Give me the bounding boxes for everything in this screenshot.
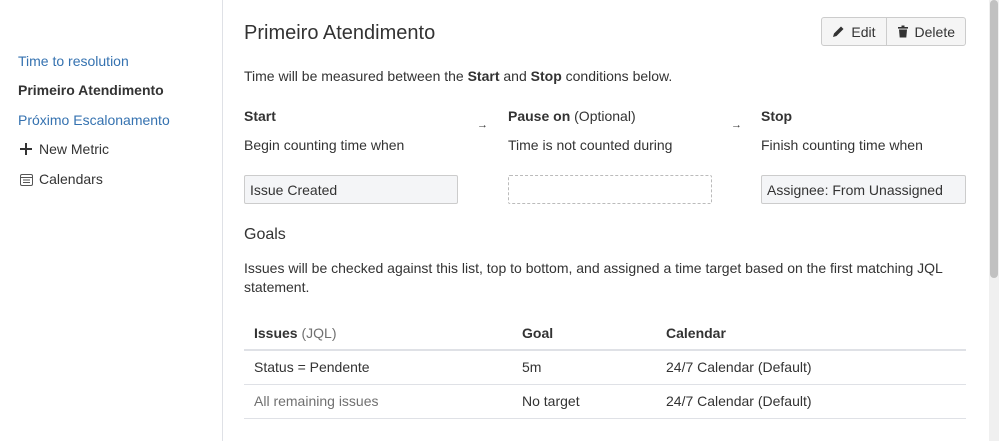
calendar-cell: 24/7 Calendar (Default) xyxy=(656,384,966,419)
arrow-icon: → xyxy=(477,119,488,131)
goals-title: Goals xyxy=(244,226,286,243)
issues-header-label: Issues xyxy=(254,324,298,341)
measurement-intro: Time will be measured between the Start … xyxy=(244,67,672,85)
start-condition-field[interactable]: Issue Created xyxy=(244,175,458,204)
stop-heading: Stop xyxy=(761,107,792,125)
start-heading: Start xyxy=(244,107,276,125)
calendars-label: Calendars xyxy=(39,171,103,187)
page-title: Primeiro Atendimento xyxy=(244,22,436,44)
table-row: All remaining issues No target 24/7 Cale… xyxy=(244,384,966,419)
action-button-group: Edit Delete xyxy=(821,17,966,46)
pause-description: Time is not counted during xyxy=(508,137,673,153)
intro-prefix: Time will be measured between the xyxy=(244,68,468,84)
jql-hint: (JQL) xyxy=(301,324,337,341)
calendar-icon xyxy=(18,171,34,187)
delete-label: Delete xyxy=(914,23,955,40)
goal-cell: No target xyxy=(512,384,656,419)
new-metric-label: New Metric xyxy=(39,141,110,157)
pause-title: Pause on xyxy=(508,108,571,124)
calendars-link[interactable]: Calendars xyxy=(18,170,103,188)
issues-cell: All remaining issues xyxy=(244,384,512,419)
scrollbar-thumb[interactable] xyxy=(990,0,998,278)
stop-condition-field[interactable]: Assignee: From Unassigned xyxy=(761,175,966,204)
intro-stop-word: Stop xyxy=(530,68,562,84)
goal-column-header: Goal xyxy=(512,316,656,351)
table-header-row: Issues (JQL) Goal Calendar xyxy=(244,316,966,351)
goals-table: Issues (JQL) Goal Calendar Status = Pend… xyxy=(244,316,966,419)
pause-condition-field[interactable] xyxy=(508,175,712,204)
stop-title: Stop xyxy=(761,108,793,124)
calendar-column-header: Calendar xyxy=(656,316,966,351)
goal-cell: 5m xyxy=(512,350,656,385)
edit-label: Edit xyxy=(851,23,876,40)
goals-description: Issues will be checked against this list… xyxy=(244,260,943,295)
issues-column-header: Issues (JQL) xyxy=(244,316,512,351)
pencil-icon xyxy=(832,25,845,38)
delete-button[interactable]: Delete xyxy=(885,18,965,45)
issues-cell: Status = Pendente xyxy=(244,350,512,385)
new-metric-link[interactable]: New Metric xyxy=(18,140,109,158)
start-description: Begin counting time when xyxy=(244,137,405,153)
pause-heading: Pause on (Optional) xyxy=(508,107,636,125)
stop-description: Finish counting time when xyxy=(761,137,923,153)
sidebar-item-proximo-escalonamento[interactable]: Próximo Escalonamento xyxy=(18,111,170,129)
sidebar-item-time-to-resolution[interactable]: Time to resolution xyxy=(18,52,129,70)
table-row: Status = Pendente 5m 24/7 Calendar (Defa… xyxy=(244,350,966,385)
plus-icon xyxy=(18,141,34,157)
intro-start-word: Start xyxy=(467,68,500,84)
pause-optional: (Optional) xyxy=(574,108,636,124)
sidebar: Time to resolution Primeiro Atendimento … xyxy=(0,0,223,441)
main-content: Primeiro Atendimento Edit Delete Time wi… xyxy=(244,0,966,441)
intro-suffix: conditions below. xyxy=(561,68,673,84)
arrow-icon: → xyxy=(731,119,742,131)
scrollbar[interactable] xyxy=(989,0,999,441)
edit-button[interactable]: Edit xyxy=(822,18,885,45)
calendar-cell: 24/7 Calendar (Default) xyxy=(656,350,966,385)
start-title: Start xyxy=(244,108,276,124)
trash-icon xyxy=(897,25,909,38)
sidebar-item-primeiro-atendimento[interactable]: Primeiro Atendimento xyxy=(18,81,164,99)
intro-and-word: and xyxy=(499,68,531,84)
